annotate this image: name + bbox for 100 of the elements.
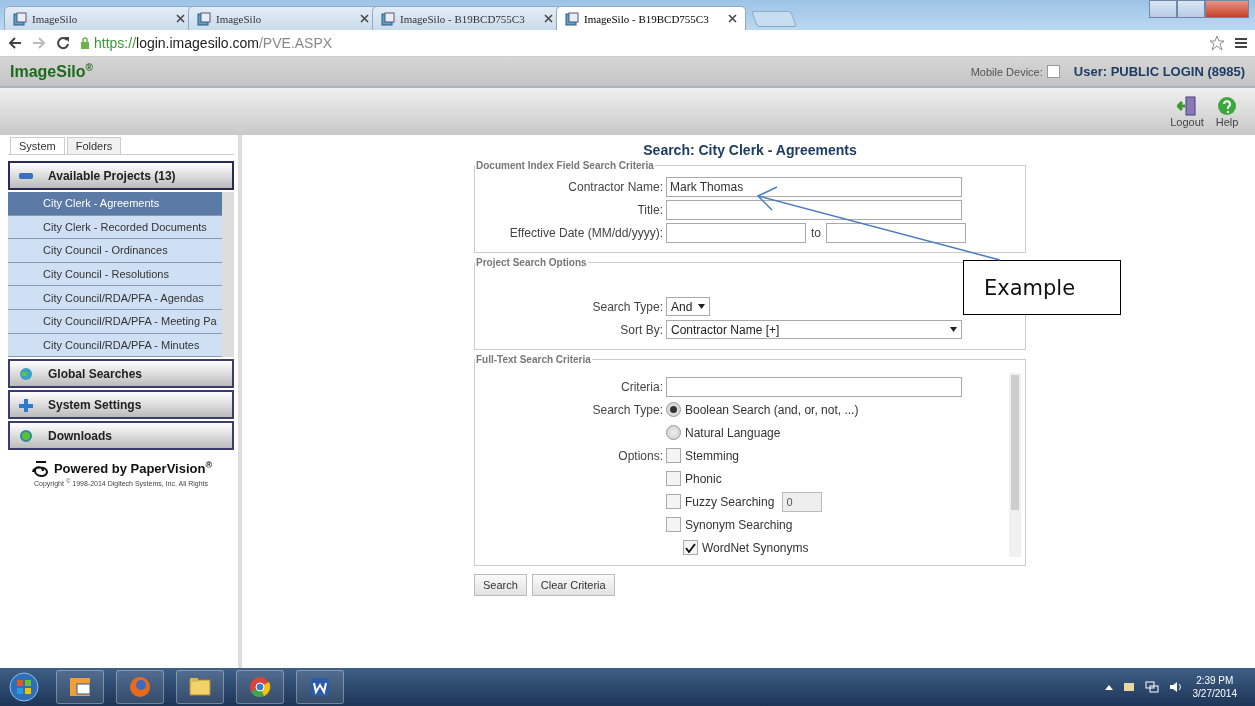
close-icon (728, 14, 737, 23)
search-title: Search: City Clerk - Agreements (642, 142, 858, 158)
section-legend: Project Search Options (475, 257, 588, 268)
close-icon (176, 14, 185, 23)
form-button[interactable]: Clear Criteria (531, 574, 615, 596)
dropdown[interactable]: Contractor Name [+] (666, 320, 962, 339)
accordion-header[interactable]: Downloads (8, 421, 234, 451)
checkbox[interactable] (666, 448, 681, 463)
plus-icon (18, 397, 34, 412)
caret-icon (698, 304, 706, 309)
form-button[interactable]: Search (474, 574, 527, 596)
scrollbar[interactable] (1009, 373, 1021, 557)
envelope-icon (68, 675, 92, 699)
browser-tab[interactable]: ImageSilo - B19BCD755C3 (556, 6, 746, 30)
date-field[interactable] (666, 222, 806, 243)
close-button[interactable] (1205, 0, 1249, 18)
flag-icon (1122, 682, 1135, 692)
sidebar-tab[interactable]: Folders (66, 137, 122, 154)
field-label: Effective Date (MM/dd/yyyy): (508, 225, 664, 240)
radio-button[interactable] (666, 402, 681, 417)
document-icon (308, 675, 332, 699)
project-item[interactable]: City Council/RDA/PFA - Minutes (8, 333, 222, 358)
section-legend: Full-Text Search Criteria (475, 354, 592, 365)
speaker-icon (1168, 681, 1183, 693)
option-label: Fuzzy Searching (685, 494, 775, 509)
clock-time: 2:39 PM (1196, 674, 1234, 687)
project-item[interactable]: City Council/RDA/PFA - Agendas (8, 286, 222, 310)
callout-box: Example (963, 260, 1121, 315)
help-icon (1217, 95, 1237, 116)
back-icon (8, 37, 22, 49)
project-item[interactable]: City Council - Resolutions (8, 262, 222, 287)
mobile-device-label: Mobile Device: (970, 65, 1043, 78)
project-item[interactable]: City Clerk - Recorded Documents (8, 215, 222, 240)
forward-icon (32, 37, 46, 49)
accordion-header[interactable]: System Settings (8, 390, 234, 420)
taskbar-button[interactable] (296, 670, 344, 704)
new-tab-button[interactable] (751, 11, 797, 27)
checkbox[interactable] (666, 494, 681, 509)
circle-icon (248, 675, 272, 699)
dropdown[interactable]: And (666, 297, 711, 316)
option-label: Stemming (685, 448, 740, 463)
user-label: User: PUBLIC LOGIN (8985) (1073, 64, 1245, 79)
checkbox[interactable] (683, 540, 698, 555)
lock-icon (80, 36, 90, 50)
project-item[interactable]: City Council/RDA/PFA - Meeting Pa (8, 309, 222, 334)
page-icon (565, 11, 579, 26)
field-label: Options: (617, 448, 664, 463)
caret-icon (1104, 684, 1113, 690)
mobile-device-checkbox[interactable] (1046, 65, 1060, 78)
project-item[interactable]: City Clerk - Agreements (8, 192, 222, 216)
range-separator: to (810, 225, 822, 240)
address-field[interactable]: https://login.imagesilo.com/PVE.ASPX (80, 32, 1199, 54)
powered-by-text: Powered by PaperVision$^{®}$ (53, 460, 213, 477)
checkbox[interactable] (666, 471, 681, 486)
field-label: Title: (636, 202, 664, 217)
help-button[interactable]: Help (1207, 88, 1247, 135)
network-icon (1144, 681, 1159, 693)
checkmark-icon (685, 542, 696, 553)
caret-icon (950, 327, 957, 332)
taskbar-button[interactable] (56, 670, 104, 704)
door-icon (1177, 95, 1197, 116)
dot-icon (18, 428, 34, 443)
star-icon (1209, 35, 1225, 51)
folder-icon (188, 675, 212, 699)
accordion-header[interactable]: Global Searches (8, 359, 234, 389)
checkbox[interactable] (666, 517, 681, 532)
globe-icon (128, 675, 152, 699)
text-field[interactable]: Mark Thomas (666, 176, 962, 197)
page-icon (381, 11, 395, 26)
reload-icon (56, 36, 70, 50)
project-item[interactable]: City Council - Ordinances (8, 239, 222, 263)
text-field[interactable] (666, 376, 962, 397)
taskbar-button[interactable] (236, 670, 284, 704)
accordion-header[interactable]: Available Projects (13) (8, 161, 234, 190)
clock-date: 3/27/2014 (1192, 687, 1237, 700)
taskbar-button[interactable] (176, 670, 224, 704)
option-label: Phonic (685, 471, 722, 486)
minimize-button[interactable] (1149, 0, 1177, 18)
close-icon (360, 14, 369, 23)
option-label: Boolean Search (and, or, not, ...) (685, 402, 859, 417)
menu-icon (1235, 37, 1247, 49)
field-label: Contractor Name: (567, 179, 664, 194)
sidebar-tab[interactable]: System (10, 137, 65, 154)
maximize-button[interactable] (1177, 0, 1205, 18)
date-field[interactable] (826, 222, 966, 243)
option-label: Synonym Searching (685, 517, 793, 532)
text-field[interactable] (666, 199, 962, 220)
windows-logo-icon (9, 672, 39, 702)
field-label: Sort By: (619, 322, 664, 337)
field-label: Criteria: (620, 379, 664, 394)
field-label: Search Type: (591, 402, 664, 417)
app-logo-text: ImageSilo$^{®}$ (10, 61, 93, 82)
close-icon (544, 14, 553, 23)
page-icon (13, 11, 27, 26)
logout-button[interactable]: Logout (1167, 88, 1207, 135)
section-legend: Document Index Field Search Criteria (475, 160, 655, 171)
radio-button[interactable] (666, 425, 681, 440)
option-label: Natural Language (685, 425, 781, 440)
page-icon (197, 11, 211, 26)
globe-icon (18, 366, 34, 381)
